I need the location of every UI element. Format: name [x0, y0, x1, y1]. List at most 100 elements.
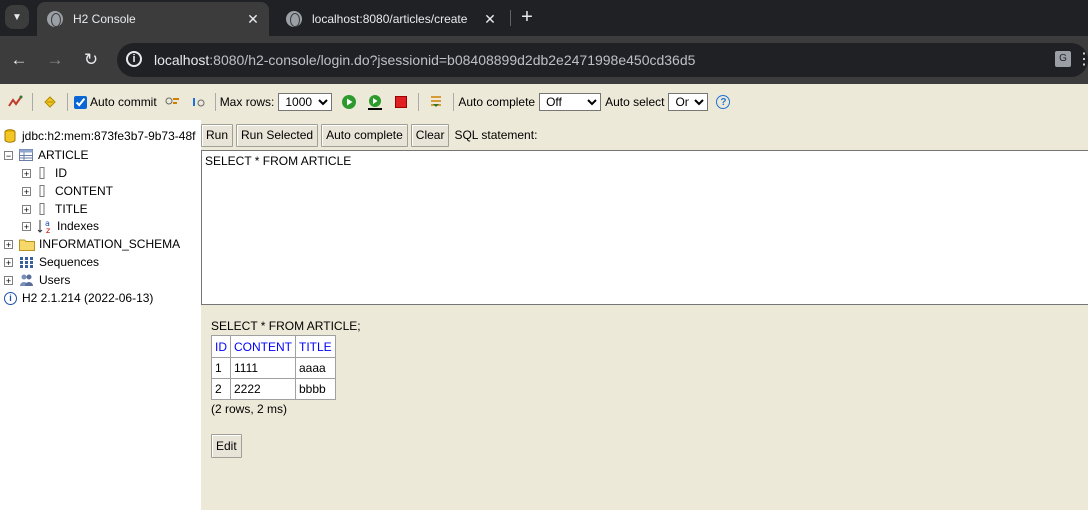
tree-item-label: ID — [55, 166, 67, 180]
tree-item-label: Indexes — [57, 219, 100, 233]
expand-icon[interactable]: + — [4, 275, 13, 285]
tree-column-content[interactable]: + CONTENT — [22, 182, 113, 200]
database-icon — [4, 129, 16, 143]
tree-item-label: TITLE — [55, 202, 88, 216]
auto-complete-button[interactable]: Auto complete — [321, 123, 408, 147]
tree-users[interactable]: + Users — [4, 271, 70, 289]
table-row: 1 1111 aaaa — [211, 357, 336, 379]
toolbar-separator — [67, 93, 68, 111]
url-path: :8080/h2-console/login.do?jsessionid=b08… — [209, 52, 696, 68]
sql-statement-label: SQL statement: — [454, 128, 538, 142]
index-icon: az — [37, 219, 50, 234]
table-header-row: ID CONTENT TITLE — [211, 335, 336, 358]
auto-select-label: Auto select — [605, 95, 665, 109]
sequences-icon — [20, 256, 33, 268]
address-bar[interactable]: i localhost:8080/h2-console/login.do?jse… — [117, 43, 1088, 77]
tab-search-chevron-icon[interactable]: ▼ — [5, 5, 29, 29]
column-header[interactable]: ID — [211, 335, 231, 358]
sql-editor[interactable]: SELECT * FROM ARTICLE — [201, 150, 1088, 305]
table-cell: bbbb — [295, 378, 336, 400]
column-header[interactable]: TITLE — [295, 335, 336, 358]
expand-icon[interactable]: + — [22, 186, 31, 196]
connection-url: jdbc:h2:mem:873fe3b7-9b73-48f — [22, 129, 196, 143]
toolbar-separator — [214, 93, 216, 111]
commit-icon[interactable] — [189, 93, 207, 111]
auto-complete-label: Auto complete — [458, 95, 536, 109]
tree-version: i H2 2.1.214 (2022-06-13) — [4, 289, 153, 307]
result-info: (2 rows, 2 ms) — [211, 402, 288, 416]
disconnect-icon[interactable] — [6, 93, 24, 111]
result-panel: SELECT * FROM ARTICLE; ID CONTENT TITLE … — [201, 305, 1088, 510]
back-button[interactable]: ← — [8, 49, 30, 71]
expand-icon[interactable]: + — [22, 204, 31, 214]
run-button[interactable]: Run — [201, 123, 234, 147]
tree-connection[interactable]: jdbc:h2:mem:873fe3b7-9b73-48f — [4, 127, 195, 145]
tree-item-label: Sequences — [39, 255, 100, 269]
more-menu-icon[interactable]: ⋮ — [1076, 49, 1088, 69]
browser-nav-bar: ← → ↻ i localhost:8080/h2-console/login.… — [0, 36, 1088, 84]
tree-information-schema[interactable]: + INFORMATION_SCHEMA — [4, 235, 180, 253]
browser-tab-bar: ▼ H2 Console ✕ localhost:8080/articles/c… — [0, 0, 1088, 36]
translate-icon[interactable]: G — [1055, 51, 1071, 67]
executed-statement: SELECT * FROM ARTICLE; — [211, 319, 361, 333]
toolbar-separator — [32, 93, 33, 111]
tree-item-label: ARTICLE — [38, 148, 89, 162]
tree-item-label: CONTENT — [55, 184, 113, 198]
expand-icon[interactable]: + — [4, 257, 13, 267]
table-cell: 2222 — [230, 378, 296, 400]
expand-icon[interactable]: + — [4, 239, 13, 249]
tab-title: H2 Console — [73, 12, 136, 26]
max-rows-select[interactable]: 1000 — [278, 93, 333, 111]
version-label: H2 2.1.214 (2022-06-13) — [22, 291, 154, 305]
auto-select-select[interactable]: On — [668, 93, 709, 111]
table-cell: 1 — [211, 357, 231, 379]
table-icon — [19, 149, 33, 161]
tree-column-id[interactable]: + ID — [22, 164, 67, 182]
column-icon — [39, 167, 45, 179]
column-icon — [39, 203, 45, 215]
column-header[interactable]: CONTENT — [230, 335, 296, 358]
globe-icon — [47, 11, 63, 27]
auto-complete-select[interactable]: Off — [539, 93, 602, 111]
help-icon[interactable]: ? — [716, 95, 731, 109]
auto-commit-label: Auto commit — [90, 95, 157, 109]
reload-button[interactable]: ↻ — [80, 49, 102, 71]
table-cell: aaaa — [295, 357, 336, 379]
tree-item-label: Users — [39, 273, 71, 287]
collapse-icon[interactable]: − — [4, 150, 13, 160]
tree-column-title[interactable]: + TITLE — [22, 200, 88, 218]
expand-icon[interactable]: + — [22, 168, 31, 178]
column-icon — [39, 185, 45, 197]
tab-articles-create[interactable]: localhost:8080/articles/create ✕ — [276, 2, 506, 36]
tab-divider — [510, 10, 511, 26]
svg-text:z: z — [46, 226, 50, 234]
run-icon[interactable] — [340, 93, 358, 111]
url-text: localhost:8080/h2-console/login.do?jsess… — [154, 52, 695, 68]
tree-item-label: INFORMATION_SCHEMA — [39, 237, 181, 251]
history-icon[interactable] — [427, 93, 445, 111]
sql-text[interactable]: SELECT * FROM ARTICLE — [205, 154, 351, 168]
url-host: localhost — [154, 52, 210, 68]
auto-commit-checkbox[interactable] — [74, 95, 87, 109]
clear-button[interactable]: Clear — [410, 123, 450, 147]
info-icon: i — [4, 291, 17, 305]
tree-indexes[interactable]: + az Indexes — [22, 217, 99, 235]
refresh-icon[interactable] — [41, 93, 59, 111]
close-tab-icon[interactable]: ✕ — [243, 11, 263, 28]
edit-button[interactable]: Edit — [211, 434, 242, 458]
tab-h2-console[interactable]: H2 Console ✕ — [37, 2, 269, 36]
forward-button[interactable]: → — [44, 49, 66, 71]
tree-sequences[interactable]: + Sequences — [4, 253, 99, 271]
expand-icon[interactable]: + — [22, 221, 31, 231]
auto-commit-toggle[interactable]: Auto commit — [74, 95, 157, 109]
site-info-icon[interactable]: i — [126, 51, 142, 67]
schema-tree: jdbc:h2:mem:873fe3b7-9b73-48f − ARTICLE … — [0, 120, 201, 510]
stop-icon[interactable] — [392, 93, 410, 111]
rollback-icon[interactable] — [163, 93, 181, 111]
tree-item-article[interactable]: − ARTICLE — [4, 146, 88, 164]
run-selected-icon[interactable] — [366, 93, 384, 111]
new-tab-button[interactable]: + — [516, 6, 538, 28]
run-selected-button[interactable]: Run Selected — [236, 123, 319, 147]
close-tab-icon[interactable]: ✕ — [480, 11, 500, 28]
h2-toolbar: Auto commit Max rows: 1000 Auto complete… — [0, 84, 1088, 120]
